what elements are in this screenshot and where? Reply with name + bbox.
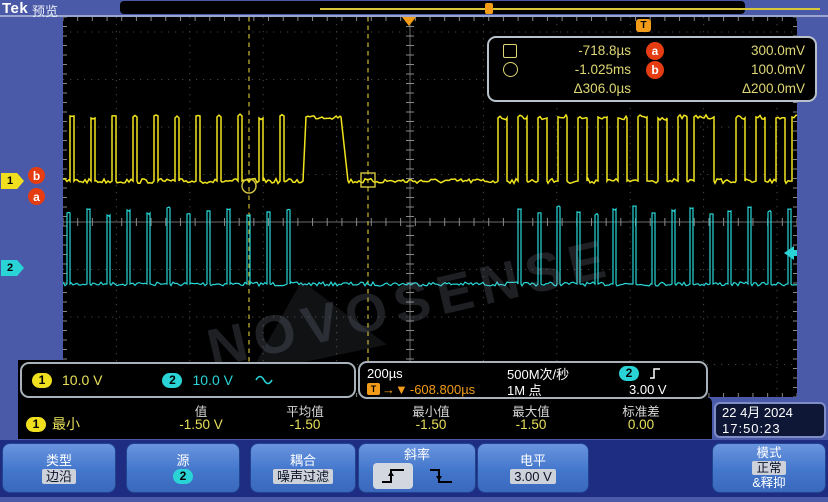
meas-min: -1.50 bbox=[376, 417, 486, 432]
expansion-point-icon bbox=[402, 17, 416, 26]
cursor-a-time: -718.8µs bbox=[529, 43, 631, 58]
record-view-bar bbox=[120, 1, 745, 14]
meas-name: 最小 bbox=[52, 414, 80, 434]
record-waveform-line bbox=[320, 8, 820, 10]
meas-mean: -1.50 bbox=[250, 417, 360, 432]
cursor-readout-box: -718.8µs a 300.0mV -1.025ms b 100.0mV Δ3… bbox=[487, 36, 817, 102]
ch2-coupling-icon bbox=[255, 374, 273, 386]
meas-stddev: 0.00 bbox=[586, 417, 696, 432]
trigger-level-readout: 3.00 V bbox=[629, 382, 667, 397]
menu-slope-button[interactable]: 斜率 bbox=[358, 443, 476, 493]
time-text: 17:50:23 bbox=[722, 421, 818, 437]
measurement-label: 1 最小 bbox=[26, 414, 80, 434]
record-window-marker[interactable] bbox=[485, 3, 493, 14]
titlebar-divider bbox=[0, 15, 828, 17]
cursor-b-badge-icon: b bbox=[646, 61, 664, 79]
menu-source-badge: 2 bbox=[173, 469, 193, 484]
record-length: 1M 点 bbox=[507, 380, 615, 399]
cursor-row-delta: Δ306.0µs Δ200.0mV bbox=[503, 79, 805, 98]
circle-cursor-icon bbox=[503, 62, 529, 77]
menu-level-button[interactable]: 电平 3.00 V bbox=[477, 443, 589, 493]
meas-value: -1.50 V bbox=[146, 417, 256, 432]
menu-type-button[interactable]: 类型 边沿 bbox=[2, 443, 116, 493]
menu-mode-button[interactable]: 模式 正常 &释抑 bbox=[712, 443, 826, 493]
trigger-icon-small: T bbox=[367, 383, 380, 395]
menu-slope-title: 斜率 bbox=[404, 447, 430, 462]
menu-mode-value: 正常 bbox=[752, 461, 785, 475]
falling-edge-icon[interactable] bbox=[421, 463, 461, 489]
acquisition-status: 预览 bbox=[32, 1, 58, 20]
cursor-a-value: 300.0mV bbox=[679, 43, 805, 58]
menu-level-value: 3.00 V bbox=[510, 469, 556, 484]
datetime-box: 22 4月 2024 17:50:23 bbox=[714, 402, 826, 438]
cursor-b-value: 100.0mV bbox=[679, 62, 805, 77]
menu-level-title: 电平 bbox=[520, 453, 546, 468]
measurement-panel: 值 平均值 最小值 最大值 标准差 -1.50 V -1.50 -1.50 -1… bbox=[18, 397, 712, 439]
menu-coupling-button[interactable]: 耦合 噪声过滤 bbox=[250, 443, 356, 493]
horizontal-delay: -608.800µs bbox=[410, 382, 475, 397]
ch1-scale: 10.0 V bbox=[62, 372, 102, 388]
title-bar: Tek 预览 bbox=[0, 0, 828, 15]
trigger-slope-icon bbox=[649, 367, 661, 380]
cursor-a-badge[interactable]: a bbox=[28, 188, 45, 205]
meas-channel-badge: 1 bbox=[26, 417, 46, 432]
square-cursor-icon bbox=[503, 44, 529, 58]
menu-coupling-title: 耦合 bbox=[290, 453, 316, 468]
ch2-badge[interactable]: 2 bbox=[162, 373, 182, 388]
cursor-delta-time: Δ306.0µs bbox=[529, 81, 631, 96]
rising-edge-icon[interactable] bbox=[373, 463, 413, 489]
timebase-scale: 200µs bbox=[367, 366, 507, 381]
meas-max: -1.50 bbox=[476, 417, 586, 432]
trigger-source-badge: 2 bbox=[619, 366, 639, 381]
softkey-menu: 类型 边沿 源 2 耦合 噪声过滤 斜率 电平 3.00 V 模式 正常 &释抑 bbox=[0, 440, 828, 497]
menu-mode-title: 模式 bbox=[756, 446, 781, 460]
cursor-delta-value: Δ200.0mV bbox=[679, 81, 805, 96]
cursor-row-a: -718.8µs a 300.0mV bbox=[503, 41, 805, 60]
timebase-trigger-box: 200µs 500M次/秒 2 T →▼ -608.800µs 1M 点 3.0… bbox=[358, 361, 708, 399]
menu-mode-value2: &释抑 bbox=[752, 476, 785, 490]
menu-source-button[interactable]: 源 2 bbox=[126, 443, 240, 493]
menu-type-value: 边沿 bbox=[42, 469, 76, 484]
cursor-b-badge[interactable]: b bbox=[28, 167, 45, 184]
ch2-scale: 10.0 V bbox=[192, 372, 232, 388]
menu-type-title: 类型 bbox=[46, 453, 72, 468]
menu-source-title: 源 bbox=[176, 453, 189, 468]
cursor-b-time: -1.025ms bbox=[529, 62, 631, 77]
cursor-row-b: -1.025ms b 100.0mV bbox=[503, 60, 805, 79]
channel-readout-box: 1 10.0 V 2 10.0 V bbox=[20, 362, 356, 398]
ch1-badge[interactable]: 1 bbox=[32, 373, 52, 388]
menu-coupling-value: 噪声过滤 bbox=[273, 469, 333, 484]
cursor-a-badge-icon: a bbox=[646, 42, 664, 60]
date-text: 22 4月 2024 bbox=[722, 405, 818, 421]
brand-logo: Tek bbox=[2, 0, 28, 17]
trigger-position-icon[interactable]: T bbox=[636, 19, 651, 32]
delay-arrow-icon: →▼ bbox=[382, 382, 408, 397]
